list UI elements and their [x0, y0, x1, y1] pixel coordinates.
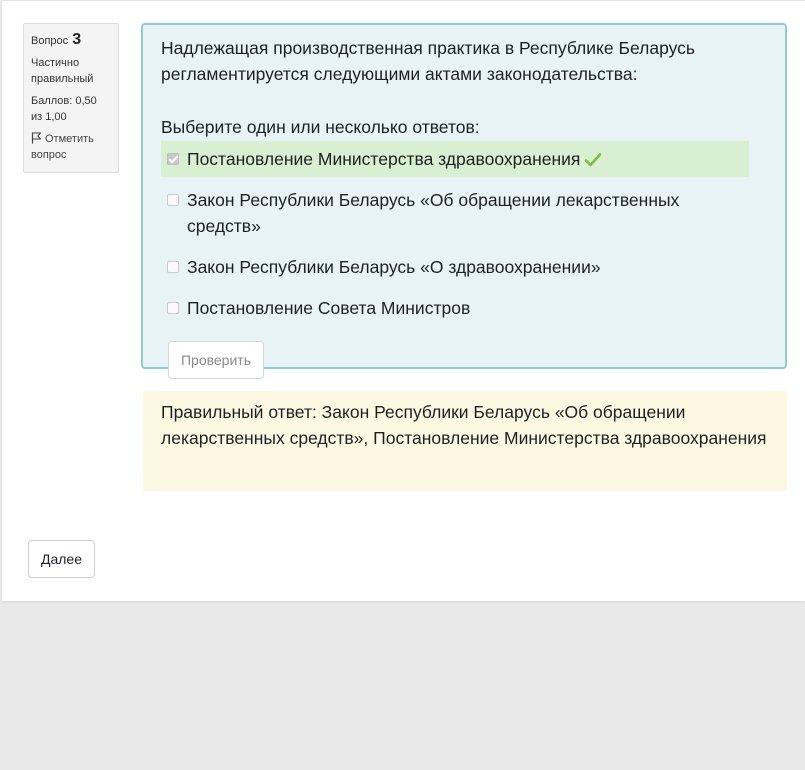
- correct-check-icon: [585, 153, 602, 167]
- answer-option-3[interactable]: Закон Республики Беларусь «О здравоохран…: [161, 249, 749, 285]
- question-text: Надлежащая производственная практика в Р…: [161, 38, 696, 84]
- answer-checkbox-1[interactable]: [167, 153, 179, 165]
- answer-option-label: Закон Республики Беларусь «Об обращении …: [187, 190, 680, 236]
- answer-checkbox-4[interactable]: [167, 302, 179, 314]
- quiz-page: Вопрос 3 Частично правильный Баллов: 0,5…: [2, 0, 805, 601]
- answer-option-1[interactable]: Постановление Министерства здравоохранен…: [161, 141, 749, 177]
- next-button[interactable]: Далее: [28, 540, 95, 578]
- answer-options: Постановление Министерства здравоохранен…: [161, 141, 767, 326]
- check-button[interactable]: Проверить: [168, 341, 264, 379]
- flag-icon: [31, 132, 42, 144]
- question-word: Вопрос: [31, 35, 69, 47]
- answer-option-4[interactable]: Постановление Совета Министров: [161, 290, 749, 326]
- question-state: Частично правильный: [31, 57, 94, 85]
- correct-answer-feedback: Правильный ответ: Закон Республики Белар…: [143, 391, 787, 491]
- answer-option-label: Постановление Министерства здравоохранен…: [187, 149, 581, 169]
- question-formulation: Надлежащая производственная практика в Р…: [141, 23, 787, 379]
- answer-option-2[interactable]: Закон Республики Беларусь «Об обращении …: [161, 182, 749, 244]
- answer-checkbox-3[interactable]: [167, 261, 179, 273]
- answer-checkbox-2[interactable]: [167, 194, 179, 206]
- right-answer-text: Правильный ответ: Закон Республики Белар…: [161, 402, 767, 448]
- question-number: Вопрос 3: [31, 32, 111, 49]
- answer-prompt: Выберите один или несколько ответов:: [161, 117, 480, 137]
- flag-question-link[interactable]: Отметить вопрос: [31, 131, 111, 163]
- question-number-value: 3: [72, 31, 82, 48]
- question-grade: Баллов: 0,50 из 1,00: [31, 95, 97, 123]
- answer-option-label: Постановление Совета Министров: [187, 298, 471, 318]
- question-info-panel: Вопрос 3 Частично правильный Баллов: 0,5…: [23, 23, 119, 173]
- answer-option-label: Закон Республики Беларусь «О здравоохран…: [187, 257, 601, 277]
